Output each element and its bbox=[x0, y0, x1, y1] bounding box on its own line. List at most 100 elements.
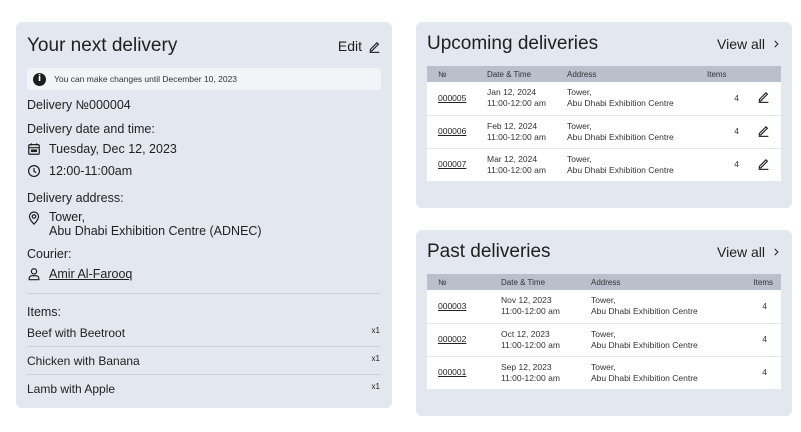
notice-text: You can make changes until December 10, … bbox=[54, 74, 238, 84]
row-time: 11:00-12:00 am bbox=[487, 98, 546, 109]
col-header-date: Date & Time bbox=[501, 277, 546, 287]
edit-button[interactable]: Edit bbox=[338, 38, 381, 54]
row-address-line-1: Tower, bbox=[567, 87, 592, 98]
table-row: 000005 Jan 12, 2024 11:00-12:00 am Tower,… bbox=[427, 82, 781, 115]
item-name: Beef with Beetroot bbox=[27, 326, 126, 340]
delivery-date-label: Delivery date and time: bbox=[27, 122, 155, 136]
courier-name-link[interactable]: Amir Al-Farooq bbox=[49, 267, 132, 281]
row-address-line-2: Abu Dhabi Exhibition Centre bbox=[591, 372, 698, 383]
pencil-icon[interactable] bbox=[757, 124, 770, 137]
item-row: Beef with Beetroot x1 bbox=[27, 326, 380, 340]
past-deliveries-panel: Past deliveries View all № Date & Time A… bbox=[416, 230, 792, 416]
row-items-count: 4 bbox=[734, 92, 739, 103]
delivery-date-text: Tuesday, Dec 12, 2023 bbox=[49, 142, 177, 156]
item-qty: x1 bbox=[371, 326, 380, 335]
pencil-icon bbox=[369, 41, 380, 53]
row-items-count: 4 bbox=[762, 334, 767, 344]
row-items-count: 4 bbox=[762, 300, 767, 311]
chevron-right-icon bbox=[774, 248, 779, 256]
row-items-count: 4 bbox=[734, 126, 739, 136]
row-date: Sep 12, 2023 bbox=[501, 361, 552, 372]
view-all-label: View all bbox=[717, 244, 765, 260]
row-date: Nov 12, 2023 bbox=[501, 295, 552, 306]
delivery-time-text: 12:00-11:00am bbox=[49, 164, 133, 178]
upcoming-table: № Date & Time Address Items 000005 Jan 1… bbox=[427, 66, 781, 182]
table-row: 000002 Oct 12, 2023 11:00-12:00 am Tower,… bbox=[427, 323, 781, 356]
row-date: Mar 12, 2024 bbox=[487, 153, 538, 164]
delivery-time: 12:00-11:00am bbox=[27, 164, 132, 178]
address-line-1: Tower, bbox=[49, 210, 86, 224]
address-line-2: Abu Dhabi Exhibition Centre (ADNEC) bbox=[49, 224, 262, 238]
edit-label: Edit bbox=[337, 38, 362, 54]
courier: Amir Al-Farooq bbox=[27, 267, 132, 281]
row-items-count: 4 bbox=[762, 367, 767, 377]
col-header-number: № bbox=[438, 277, 447, 287]
calendar-icon bbox=[28, 143, 40, 155]
row-time: 11:00-12:00 am bbox=[501, 372, 560, 383]
delivery-number-link[interactable]: 000002 bbox=[438, 334, 466, 344]
delivery-number-link[interactable]: 000001 bbox=[438, 367, 466, 377]
delivery-number-link[interactable]: 000003 bbox=[438, 301, 466, 311]
row-address-line-1: Tower, bbox=[567, 120, 592, 131]
table-row: 000003 Nov 12, 2023 11:00-12:00 am Tower,… bbox=[427, 290, 781, 323]
delivery-number-link[interactable]: 000005 bbox=[438, 93, 466, 103]
location-pin-icon bbox=[28, 211, 40, 225]
row-items-count: 4 bbox=[734, 159, 739, 169]
row-address-line-1: Tower, bbox=[591, 295, 616, 306]
divider bbox=[27, 346, 380, 347]
item-row: Chicken with Banana x1 bbox=[27, 354, 380, 368]
delivery-date: Tuesday, Dec 12, 2023 bbox=[27, 142, 177, 156]
row-date: Feb 12, 2024 bbox=[487, 120, 538, 131]
past-view-all-button[interactable]: View all bbox=[717, 244, 781, 260]
item-name: Lamb with Apple bbox=[27, 382, 116, 396]
pencil-icon[interactable] bbox=[757, 90, 770, 104]
item-name: Chicken with Banana bbox=[27, 354, 140, 368]
row-address-line-2: Abu Dhabi Exhibition Centre bbox=[567, 131, 674, 142]
next-delivery-panel: Your next delivery Edit i You can make c… bbox=[16, 22, 392, 408]
user-icon bbox=[28, 268, 40, 281]
delivery-number: Delivery №000004 bbox=[27, 98, 131, 112]
divider bbox=[27, 374, 380, 375]
col-header-items: Items bbox=[707, 69, 727, 79]
delivery-number-link[interactable]: 000007 bbox=[438, 159, 466, 169]
row-time: 11:00-12:00 am bbox=[487, 164, 546, 175]
upcoming-view-all-button[interactable]: View all bbox=[717, 36, 781, 52]
col-header-edit bbox=[745, 66, 781, 82]
row-address-line-2: Abu Dhabi Exhibition Centre bbox=[591, 339, 698, 350]
pencil-icon[interactable] bbox=[757, 157, 770, 170]
upcoming-deliveries-panel: Upcoming deliveries View all № Date & Ti… bbox=[416, 22, 792, 208]
courier-label: Courier: bbox=[27, 247, 72, 261]
table-row: 000007 Mar 12, 2024 11:00-12:00 am Tower,… bbox=[427, 148, 781, 181]
row-address-line-1: Tower, bbox=[591, 361, 616, 372]
col-header-date: Date & Time bbox=[487, 69, 532, 79]
col-header-number: № bbox=[438, 69, 447, 79]
delivery-number-link[interactable]: 000006 bbox=[438, 126, 466, 136]
table-row: 000001 Sep 12, 2023 11:00-12:00 am Tower,… bbox=[427, 356, 781, 389]
col-header-address: Address bbox=[591, 277, 621, 287]
table-header-row: № Date & Time Address Items bbox=[427, 274, 781, 290]
item-qty: x1 bbox=[371, 382, 380, 391]
divider bbox=[27, 293, 380, 294]
item-qty: x1 bbox=[371, 354, 380, 363]
row-time: 11:00-12:00 am bbox=[501, 339, 560, 350]
row-date: Oct 12, 2023 bbox=[501, 328, 550, 339]
delivery-address-label: Delivery address: bbox=[27, 191, 124, 205]
delivery-address: Tower, Abu Dhabi Exhibition Centre (ADNE… bbox=[27, 210, 262, 238]
edit-deadline-notice: i You can make changes until December 10… bbox=[27, 68, 381, 90]
col-header-address: Address bbox=[567, 69, 597, 79]
row-address-line-1: Tower, bbox=[591, 328, 616, 339]
row-address-line-2: Abu Dhabi Exhibition Centre bbox=[591, 306, 698, 317]
table-header-row: № Date & Time Address Items bbox=[427, 66, 781, 82]
next-delivery-title: Your next delivery bbox=[27, 35, 178, 56]
info-icon: i bbox=[33, 72, 46, 86]
row-date: Jan 12, 2024 bbox=[487, 87, 537, 98]
col-header-items: Items bbox=[753, 277, 773, 287]
items-label: Items: bbox=[27, 305, 62, 319]
clock-icon bbox=[27, 164, 41, 178]
past-table: № Date & Time Address Items 000003 Nov 1… bbox=[427, 274, 781, 390]
row-address-line-2: Abu Dhabi Exhibition Centre bbox=[567, 98, 674, 109]
row-time: 11:00-12:00 am bbox=[501, 306, 560, 317]
chevron-right-icon bbox=[774, 40, 779, 48]
item-row: Lamb with Apple x1 bbox=[27, 382, 380, 396]
row-address-line-1: Tower, bbox=[567, 153, 592, 164]
